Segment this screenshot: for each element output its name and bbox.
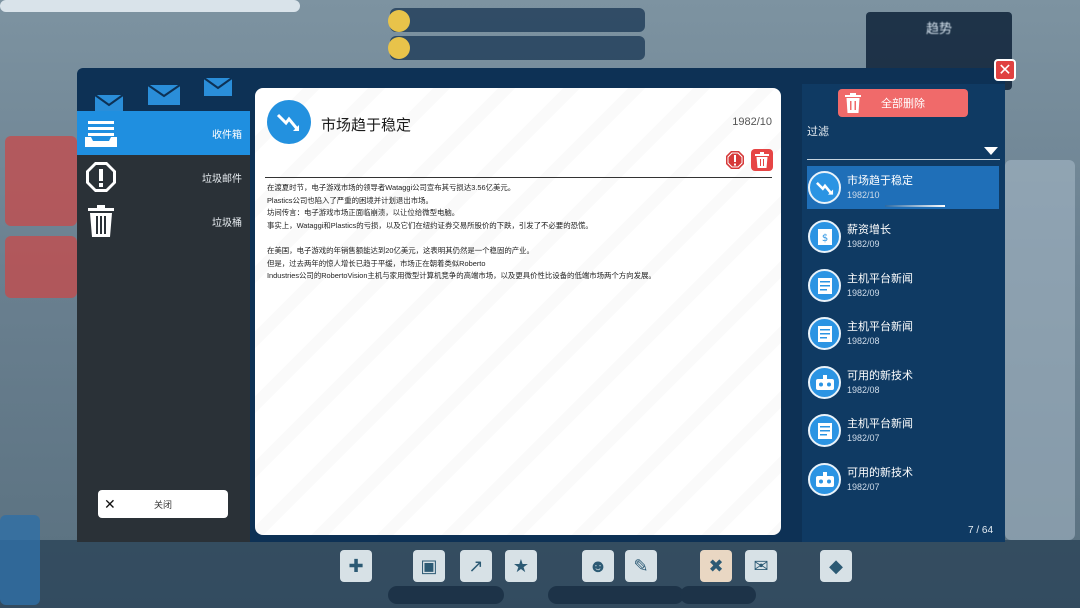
sidebar-item-trash[interactable]: 垃圾桶 xyxy=(77,199,250,243)
message-paragraph: 在渡夏时节，电子游戏市场的领导者Wataggi公司宣布其亏损达3.56亿美元。 xyxy=(267,183,516,192)
message-body: 在渡夏时节，电子游戏市场的领导者Wataggi公司宣布其亏损达3.56亿美元。 … xyxy=(267,182,772,283)
message-list-item[interactable]: 可用的新技术 1982/08 xyxy=(807,361,999,404)
status-fans xyxy=(680,586,756,604)
tech-icon xyxy=(808,366,841,399)
window-close-button[interactable]: ✕ xyxy=(994,59,1016,81)
tool-button-mail[interactable]: ✉ xyxy=(745,550,777,582)
report-spam-button[interactable] xyxy=(725,150,745,170)
tool-button-puzzle[interactable]: ✚ xyxy=(340,550,372,582)
message-list-title: 薪资增长 xyxy=(847,224,891,236)
message-divider xyxy=(265,177,772,178)
inbox-icon xyxy=(83,115,119,151)
tool-button-design[interactable]: ✎ xyxy=(625,550,657,582)
message-paragraph: Industries公司的RobertoVision主机与家用微型计算机竞争的高… xyxy=(267,271,656,281)
message-list-date: 1982/07 xyxy=(847,482,880,492)
envelope-icon xyxy=(203,77,233,96)
status-money xyxy=(548,586,684,604)
delete-all-button[interactable]: 全部删除 xyxy=(838,89,968,117)
close-icon: ✕ xyxy=(104,496,116,512)
message-list-title: 可用的新技术 xyxy=(847,467,913,479)
sidebar-item-inbox[interactable]: 收件箱 xyxy=(77,111,250,155)
bg-top-bar xyxy=(0,0,300,12)
message-paragraph: 在美国，电子游戏的年销售额能达到20亿美元，这表明其仍然是一个稳固的产业。 xyxy=(267,245,534,255)
message-list-date: 1982/08 xyxy=(847,336,880,346)
tool-button-extra[interactable]: ◆ xyxy=(820,550,852,582)
sidebar-item-spam[interactable]: 垃圾邮件 xyxy=(77,155,250,199)
bg-card xyxy=(5,236,77,298)
sidebar-item-label: 垃圾邮件 xyxy=(202,173,242,185)
trash-icon xyxy=(755,152,769,168)
message-date: 1982/10 xyxy=(732,116,772,128)
message-list-date: 1982/09 xyxy=(847,239,880,249)
tool-button-star[interactable]: ★ xyxy=(505,550,537,582)
close-button[interactable]: ✕ 关闭 xyxy=(98,490,228,518)
message-list-title: 主机平台新闻 xyxy=(847,418,913,430)
bg-notification xyxy=(390,36,645,60)
market-crash-icon xyxy=(808,171,841,204)
message-title: 市场趋于稳定 xyxy=(321,117,412,134)
tech-icon xyxy=(808,463,841,496)
spam-warning-icon xyxy=(83,159,119,195)
message-list-item[interactable]: 主机平台新闻 1982/09 xyxy=(807,264,999,307)
bg-city-icon xyxy=(0,515,40,605)
salary-icon: $ xyxy=(808,220,841,253)
sidebar-item-label: 垃圾桶 xyxy=(212,217,242,229)
message-list-item[interactable]: 主机平台新闻 1982/07 xyxy=(807,409,999,452)
message-list-title: 主机平台新闻 xyxy=(847,273,913,285)
filter-label: 过滤 xyxy=(807,126,829,138)
message-list-title: 可用的新技术 xyxy=(847,370,913,382)
market-crash-icon xyxy=(267,100,311,144)
message-paragraph: 但是，过去两年的惊人增长已趋于平缓，市场正在朝着类似Roberto xyxy=(267,258,486,268)
news-icon xyxy=(808,269,841,302)
filter-dropdown[interactable] xyxy=(807,159,1000,160)
svg-text:$: $ xyxy=(821,233,827,244)
trash-icon xyxy=(845,93,861,113)
message-list-title: 市场趋于稳定 xyxy=(847,175,913,187)
tool-button-chart[interactable]: ↗ xyxy=(460,550,492,582)
delete-message-button[interactable] xyxy=(751,149,773,171)
message-list-title: 主机平台新闻 xyxy=(847,321,913,333)
news-icon xyxy=(808,317,841,350)
bottom-toolbar xyxy=(0,540,1080,608)
warning-icon xyxy=(726,151,744,169)
envelope-icon xyxy=(147,84,181,105)
trend-title: 趋势 xyxy=(925,21,952,36)
message-list-item[interactable]: 主机平台新闻 1982/08 xyxy=(807,312,999,355)
bg-coin xyxy=(388,10,410,32)
status-date xyxy=(388,586,504,604)
trash-icon xyxy=(83,203,119,239)
chevron-down-icon[interactable] xyxy=(984,147,998,155)
message-list-item[interactable]: 可用的新技术 1982/07 xyxy=(807,458,999,501)
bg-building xyxy=(1005,160,1075,540)
close-button-label: 关闭 xyxy=(153,499,172,510)
bg-coin xyxy=(388,37,410,59)
message-list-item[interactable]: 市场趋于稳定 1982/10 xyxy=(807,166,999,209)
read-indicator xyxy=(885,205,945,207)
message-paragraph: 坊间传言：电子游戏市场正面临崩溃，以让位给微型电脑。 xyxy=(267,208,460,218)
sidebar-item-label: 收件箱 xyxy=(212,129,242,141)
message-paragraph: 事实上，Wataggi和Plastics的亏损，以及它们在纽约证券交易所股价的下… xyxy=(267,220,593,230)
message-list-date: 1982/10 xyxy=(847,190,880,200)
bg-notification xyxy=(390,8,645,32)
tool-button-people[interactable]: ☻ xyxy=(582,550,614,582)
message-view: 市场趋于稳定 1982/10 在渡夏时节，电子游戏市场的领导者Wataggi公司… xyxy=(255,88,781,535)
delete-all-label: 全部删除 xyxy=(881,98,925,110)
page-count: 7 / 64 xyxy=(968,525,994,536)
mail-sidebar: 收件箱 垃圾邮件 垃圾桶 xyxy=(77,111,250,542)
message-list-item[interactable]: $ 薪资增长 1982/09 xyxy=(807,215,999,258)
news-icon xyxy=(808,414,841,447)
message-list-date: 1982/09 xyxy=(847,288,880,298)
message-list-date: 1982/08 xyxy=(847,385,880,395)
bg-card xyxy=(5,136,77,226)
tool-button-tools[interactable]: ✖ xyxy=(700,550,732,582)
message-list-date: 1982/07 xyxy=(847,433,880,443)
tool-button-lock[interactable]: ▣ xyxy=(413,550,445,582)
message-paragraph: Plastics公司也陷入了严重的困境并计划退出市场。 xyxy=(267,195,433,205)
